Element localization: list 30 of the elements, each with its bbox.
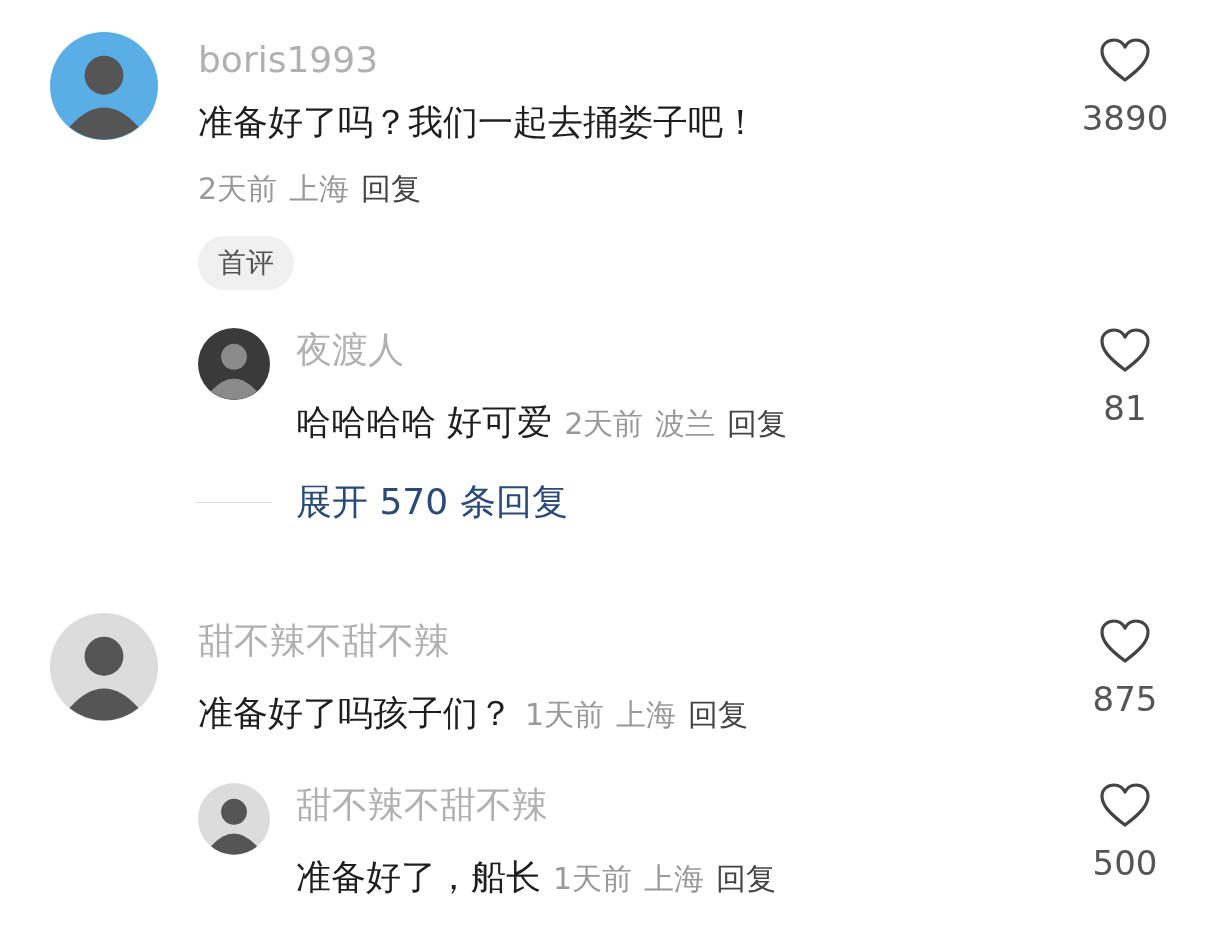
comment-time: 2天前 (198, 170, 278, 208)
comment-location: 上海 (616, 696, 677, 734)
comment-text: 准备好了吗？我们一起去捅娄子吧！ (198, 101, 759, 144)
heart-icon[interactable] (1099, 783, 1151, 829)
heart-icon[interactable] (1099, 619, 1151, 665)
comment-text: 哈哈哈哈 好可爱 (296, 401, 553, 444)
reply-link[interactable]: 回复 (361, 164, 422, 214)
reply-link[interactable]: 回复 (727, 404, 788, 445)
like-count: 875 (1092, 679, 1158, 719)
reply-link[interactable]: 回复 (688, 695, 749, 736)
avatar-icon[interactable] (50, 32, 158, 140)
reply-link[interactable]: 回复 (716, 859, 777, 900)
first-comment-badge: 首评 (198, 236, 294, 290)
comment-location: 上海 (289, 170, 350, 208)
heart-icon[interactable] (1099, 38, 1151, 84)
comment-text: 准备好了，船长 (296, 856, 541, 899)
avatar-icon[interactable] (198, 328, 270, 400)
like-count: 81 (1103, 388, 1147, 428)
heart-icon[interactable] (1099, 328, 1151, 374)
expand-replies-link[interactable]: 展开 570 条回复 (296, 478, 568, 527)
comment-text: 准备好了吗孩子们？ (198, 692, 513, 735)
like-count: 500 (1092, 843, 1158, 883)
comment-time: 2天前 (564, 405, 644, 443)
comment-time: 1天前 (525, 696, 605, 734)
like-count: 3890 (1081, 98, 1169, 138)
comment-location: 波兰 (655, 405, 716, 443)
avatar-icon[interactable] (50, 613, 158, 721)
avatar-icon[interactable] (198, 783, 270, 855)
comment-time: 1天前 (553, 860, 633, 898)
comment-location: 上海 (644, 860, 705, 898)
